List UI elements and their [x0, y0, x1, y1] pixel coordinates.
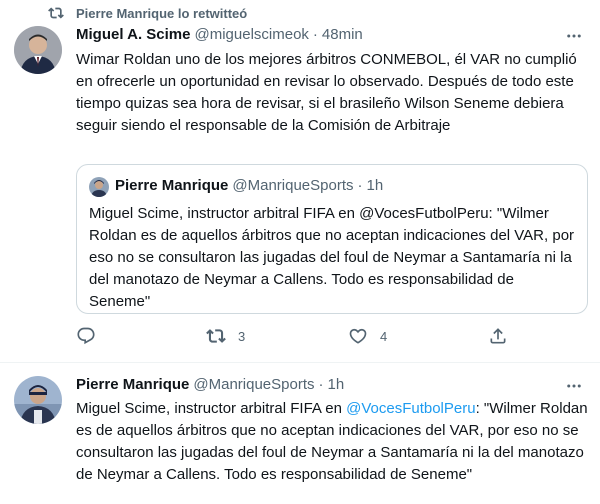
retweet-count: 3: [238, 328, 246, 344]
author-name[interactable]: Pierre Manrique: [76, 376, 189, 393]
like-button[interactable]: 4: [348, 326, 387, 346]
retweet-icon: [206, 329, 226, 343]
quote-header: Pierre Manrique @ManriqueSports · 1h: [115, 177, 383, 194]
timestamp[interactable]: 48min: [322, 26, 363, 43]
reply-icon: [77, 327, 95, 345]
tweet-header: Miguel A. Scime @miguelscimeok · 48min: [76, 26, 363, 43]
timestamp[interactable]: 1h: [328, 376, 345, 393]
retweet-label[interactable]: Pierre Manrique lo retwitteó: [76, 6, 247, 21]
avatar[interactable]: [14, 376, 62, 424]
more-icon[interactable]: [564, 26, 584, 46]
tweet-text-part: Miguel Scime, instructor arbitral FIFA e…: [76, 400, 347, 417]
author-handle[interactable]: @ManriqueSports: [193, 376, 314, 393]
separator: ·: [357, 177, 363, 194]
quote-timestamp[interactable]: 1h: [367, 177, 384, 194]
tweet-retweeted[interactable]: Pierre Manrique lo retwitteó Miguel A. S…: [0, 0, 600, 363]
quote-author-handle[interactable]: @ManriqueSports: [232, 177, 353, 194]
avatar[interactable]: [14, 26, 62, 74]
share-button[interactable]: [488, 326, 508, 346]
tweet[interactable]: Pierre Manrique @ManriqueSports · 1h Mig…: [0, 363, 600, 504]
quote-author-name[interactable]: Pierre Manrique: [115, 177, 228, 194]
mention-link[interactable]: @VocesFutbolPeru: [346, 400, 475, 417]
more-icon[interactable]: [564, 376, 584, 396]
quote-avatar[interactable]: [89, 177, 109, 197]
reply-button[interactable]: [76, 326, 108, 346]
quoted-tweet[interactable]: Pierre Manrique @ManriqueSports · 1h Mig…: [76, 164, 588, 314]
tweet-actions: 3 4: [76, 326, 516, 352]
author-handle[interactable]: @miguelscimeok: [194, 26, 308, 43]
tweet-text: Wimar Roldan uno de los mejores árbitros…: [76, 51, 577, 134]
tweet-header: Pierre Manrique @ManriqueSports · 1h: [76, 376, 344, 393]
separator: ·: [312, 26, 318, 43]
quote-text: Miguel Scime, instructor arbitral FIFA e…: [89, 205, 575, 310]
retweet-icon: [48, 5, 64, 21]
separator: ·: [318, 376, 324, 393]
share-icon: [490, 328, 506, 344]
heart-icon: [349, 328, 367, 344]
retweet-button[interactable]: 3: [206, 326, 245, 346]
author-name[interactable]: Miguel A. Scime: [76, 26, 190, 43]
retweet-context: Pierre Manrique lo retwitteó: [48, 4, 247, 22]
tweet-text: Miguel Scime, instructor arbitral FIFA e…: [76, 398, 588, 486]
like-count: 4: [380, 328, 388, 344]
